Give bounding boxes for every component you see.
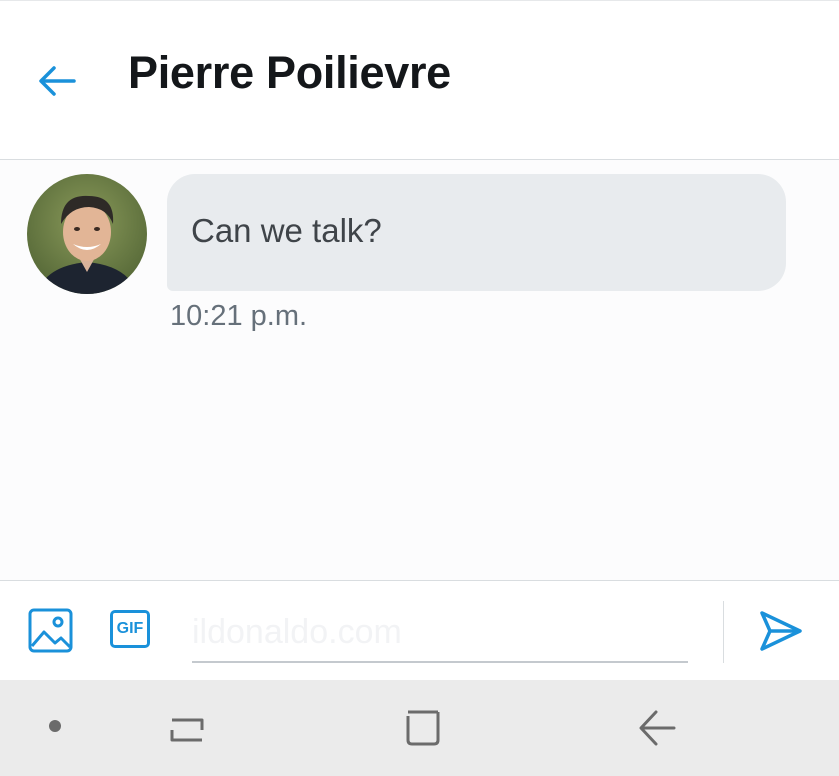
arrow-left-icon (39, 66, 76, 96)
message-text: Can we talk? (191, 212, 382, 249)
image-icon (28, 608, 73, 653)
conversation-header: Pierre Poilievre (0, 1, 839, 160)
dot-icon (49, 720, 61, 732)
recents-icon (170, 718, 204, 742)
add-image-button[interactable] (28, 608, 73, 653)
recent-apps-button[interactable] (168, 708, 208, 748)
send-button[interactable] (758, 609, 804, 653)
message-input[interactable] (192, 603, 688, 663)
avatar[interactable] (27, 174, 147, 294)
conversation-title: Pierre Poilievre (128, 47, 451, 98)
avatar-image (27, 174, 147, 294)
composer-divider (723, 601, 724, 663)
send-icon (760, 611, 802, 651)
message-bubble[interactable]: Can we talk? (167, 174, 786, 291)
back-button[interactable] (32, 59, 80, 103)
system-navigation-bar (0, 680, 839, 776)
system-back-button[interactable] (636, 708, 678, 748)
home-icon (406, 710, 440, 746)
message-thread[interactable]: Can we talk? 10:21 p.m. (0, 160, 839, 580)
add-gif-button[interactable]: GIF (110, 610, 150, 648)
message-timestamp: 10:21 p.m. (170, 300, 308, 332)
home-button[interactable] (402, 708, 442, 748)
back-icon (639, 710, 676, 746)
message-composer: GIF (0, 580, 839, 681)
